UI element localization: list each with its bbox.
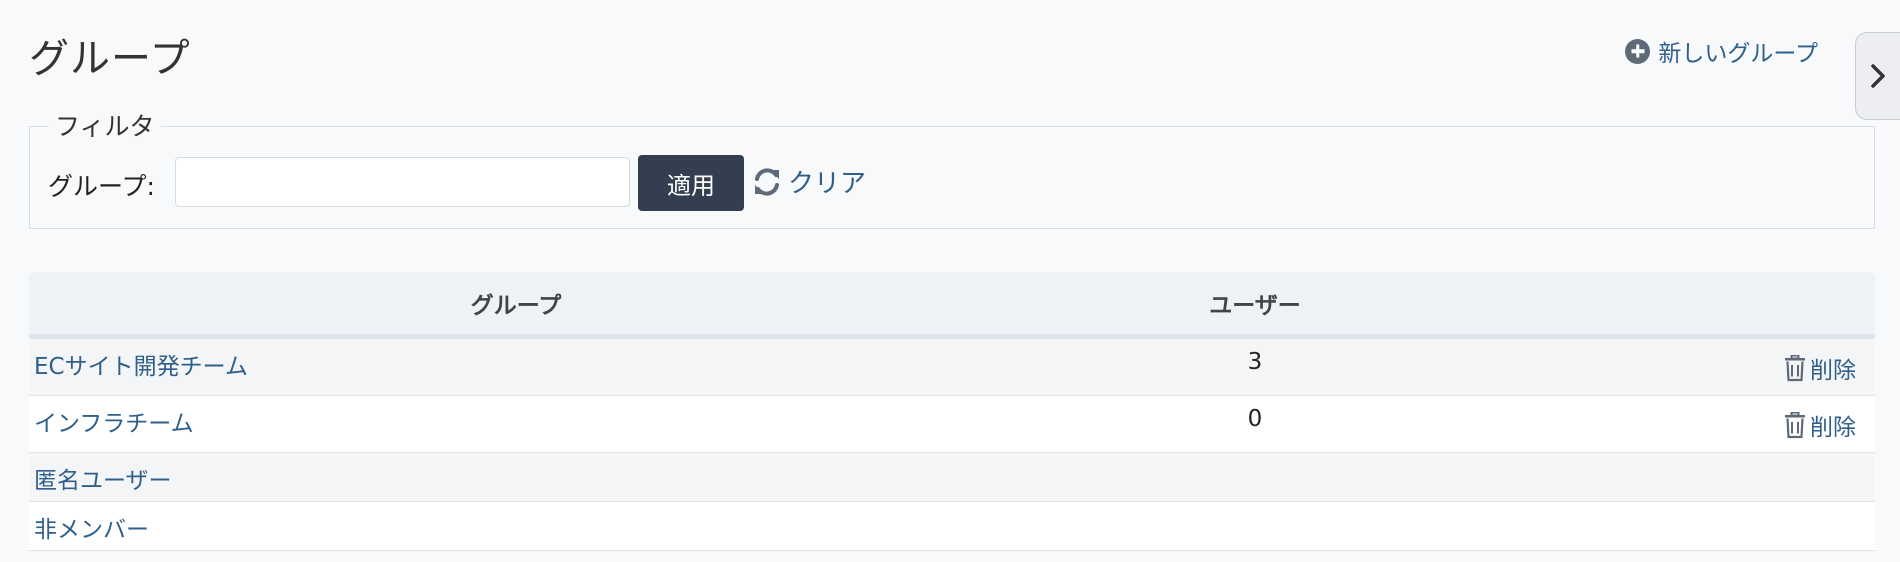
group-name-link[interactable]: 非メンバー (34, 510, 149, 544)
group-name-link[interactable]: ECサイト開発チーム (34, 347, 248, 381)
table-row: ECサイト開発チーム 3 削除 (29, 336, 1875, 396)
group-name-link[interactable]: 匿名ユーザー (34, 461, 172, 495)
plus-circle-icon (1625, 38, 1651, 64)
refresh-icon (755, 167, 779, 196)
chevron-right-icon (1871, 64, 1885, 88)
table-header-row: グループ ユーザー (29, 272, 1875, 339)
filter-legend: フィルタ (49, 107, 161, 143)
group-name-cell: 匿名ユーザー (29, 452, 1003, 502)
actions-cell (1507, 452, 1875, 502)
trash-icon (1785, 354, 1805, 381)
group-filter-label: グループ: (48, 172, 155, 201)
column-header-users[interactable]: ユーザー (1003, 272, 1507, 339)
delete-label: 削除 (1810, 358, 1856, 384)
actions-cell (1507, 501, 1875, 551)
delete-label: 削除 (1810, 415, 1856, 441)
column-header-group[interactable]: グループ (29, 272, 1003, 339)
trash-icon (1785, 411, 1805, 438)
user-count-cell (1003, 501, 1507, 551)
table-row: 匿名ユーザー (29, 452, 1875, 502)
delete-link[interactable]: 削除 (1784, 408, 1856, 442)
user-count: 0 (1247, 406, 1263, 432)
group-name-cell: インフラチーム (29, 395, 1003, 453)
user-count-cell: 0 (1003, 395, 1507, 453)
actions-cell: 削除 (1507, 336, 1875, 396)
table-row: インフラチーム 0 削除 (29, 395, 1875, 453)
filter-fieldset: フィルタ グループ: 適用 クリア (29, 107, 1875, 229)
apply-button[interactable]: 適用 (638, 155, 744, 211)
clear-label: クリア (788, 169, 867, 199)
group-filter-input[interactable] (175, 157, 630, 207)
actions-cell: 削除 (1507, 395, 1875, 453)
new-group-link[interactable]: 新しいグループ (1625, 34, 1818, 68)
group-name-cell: ECサイト開発チーム (29, 336, 1003, 396)
table-row: 非メンバー (29, 501, 1875, 551)
delete-link[interactable]: 削除 (1784, 351, 1856, 385)
groups-table: グループ ユーザー ECサイト開発チーム 3 削除 インフラチーム 0 削除 匿… (29, 272, 1875, 551)
group-name-link[interactable]: インフラチーム (34, 404, 194, 438)
group-name-cell: 非メンバー (29, 501, 1003, 551)
column-header-actions (1507, 272, 1875, 339)
clear-link[interactable]: クリア (752, 163, 866, 200)
page-title: グループ (29, 36, 191, 82)
user-count: 3 (1247, 349, 1263, 375)
user-count-cell: 3 (1003, 336, 1507, 396)
new-group-label: 新しいグループ (1658, 41, 1818, 67)
user-count-cell (1003, 452, 1507, 502)
sidebar-toggle-button[interactable] (1855, 32, 1900, 120)
